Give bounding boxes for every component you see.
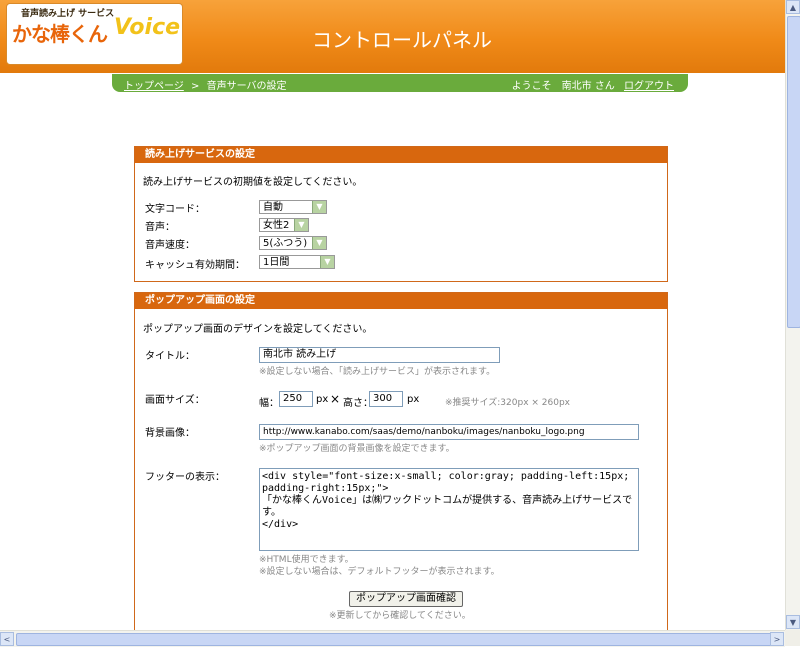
user-info: ようこそ 南北市 さん ログアウト <box>512 77 674 92</box>
logo[interactable]: 音声読み上げ サービス かな棒くん Voice <box>6 3 183 65</box>
breadcrumb-top-link[interactable]: トップページ <box>124 81 184 92</box>
logout-link[interactable]: ログアウト <box>624 81 674 92</box>
speed-select[interactable]: 5(ふつう) ▼ <box>259 236 327 250</box>
horizontal-scrollbar[interactable]: < > <box>0 630 785 647</box>
scroll-down-icon[interactable]: ▼ <box>786 615 800 629</box>
height-unit: px <box>407 394 420 405</box>
bg-image-note: ※ポップアップ画面の背景画像を設定できます。 <box>259 444 455 454</box>
bg-image-label: 背景画像： <box>145 428 195 439</box>
breadcrumb: トップページ > 音声サーバの設定 <box>124 77 286 92</box>
header-bar: 音声読み上げ サービス かな棒くん Voice コントロールパネル <box>0 0 785 73</box>
footer-textarea[interactable] <box>259 468 639 551</box>
reading-settings-title: 読み上げサービスの設定 <box>135 147 667 163</box>
popup-title-input[interactable]: 南北市 読み上げ <box>259 347 500 363</box>
scrollbar-corner <box>785 630 800 646</box>
footer-label: フッターの表示： <box>145 472 225 483</box>
footer-note-default: ※設定しない場合は、デフォルトフッターが表示されます。 <box>259 567 500 577</box>
bg-image-input[interactable]: http://www.kanabo.com/saas/demo/nanboku/… <box>259 424 639 440</box>
voice-select[interactable]: 女性2 ▼ <box>259 218 309 232</box>
voice-label: 音声： <box>145 222 175 233</box>
breadcrumb-separator-icon: > <box>191 81 200 92</box>
size-label: 画面サイズ： <box>145 395 205 406</box>
width-label: 幅： <box>259 398 279 409</box>
browser-viewport: 音声読み上げ サービス かな棒くん Voice コントロールパネル トップページ… <box>0 0 785 630</box>
reading-settings-desc: 読み上げサービスの初期値を設定してください。 <box>143 177 363 188</box>
chevron-down-icon: ▼ <box>320 256 334 268</box>
chevron-down-icon: ▼ <box>312 237 326 249</box>
width-input[interactable]: 250 <box>279 391 313 407</box>
reading-settings-panel: 読み上げサービスの設定 読み上げサービスの初期値を設定してください。 文字コード… <box>134 146 668 282</box>
size-note: ※推奨サイズ:320px × 260px <box>445 398 571 408</box>
welcome-text: ようこそ 南北市 さん <box>511 81 615 92</box>
popup-confirm-button[interactable]: ポップアップ画面確認 <box>349 591 463 607</box>
cache-label: キャッシュ有効期間： <box>145 260 245 271</box>
scroll-right-icon[interactable]: > <box>770 632 784 646</box>
horizontal-scroll-thumb[interactable] <box>16 633 772 646</box>
cache-select[interactable]: 1日間 ▼ <box>259 255 335 269</box>
breadcrumb-bar: トップページ > 音声サーバの設定 ようこそ 南北市 さん ログアウト <box>112 74 688 92</box>
confirm-note: ※更新してから確認してください。 <box>329 611 471 621</box>
popup-title-label: タイトル： <box>145 351 195 362</box>
logo-voice-text: Voice <box>114 15 181 40</box>
vertical-scrollbar[interactable]: ▲ ▼ <box>785 0 800 630</box>
speed-label: 音声速度： <box>145 240 195 251</box>
popup-settings-panel: ポップアップ画面の設定 ポップアップ画面のデザインを設定してください。 タイトル… <box>134 292 668 630</box>
popup-title-note: ※設定しない場合、「読み上げサービス」が表示されます。 <box>259 367 496 377</box>
scroll-left-icon[interactable]: < <box>0 632 14 646</box>
chevron-down-icon: ▼ <box>312 201 326 213</box>
width-unit: px <box>316 394 329 405</box>
popup-settings-title: ポップアップ画面の設定 <box>135 293 667 309</box>
popup-settings-desc: ポップアップ画面のデザインを設定してください。 <box>143 324 373 335</box>
times-icon: × <box>330 392 341 406</box>
logo-text: かな棒くん <box>12 22 108 46</box>
chevron-down-icon: ▼ <box>294 219 308 231</box>
height-input[interactable]: 300 <box>369 391 403 407</box>
page-title: コントロールパネル <box>312 30 492 52</box>
breadcrumb-current: 音声サーバの設定 <box>206 81 287 92</box>
encoding-select[interactable]: 自動 ▼ <box>259 200 327 214</box>
vertical-scroll-thumb[interactable] <box>787 16 800 328</box>
scroll-up-icon[interactable]: ▲ <box>786 0 800 14</box>
encoding-label: 文字コード： <box>145 204 205 215</box>
